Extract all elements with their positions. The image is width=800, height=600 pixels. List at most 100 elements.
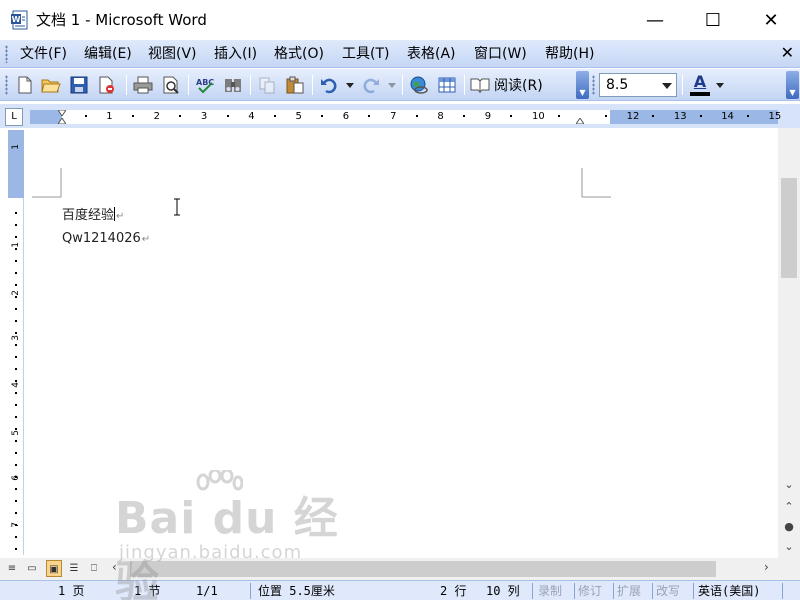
ruler-tick [510,115,513,117]
line-text: Qw1214026 [62,231,141,246]
toolbar-separator [464,75,465,95]
formatting-options-chevron[interactable]: ▼ [786,71,799,99]
margin-corner-top-right [581,168,611,198]
document-line[interactable]: Qw1214026↵ [62,231,150,246]
chevron-down-icon: ▼ [579,88,586,97]
vertical-ruler-tick [15,392,17,394]
normal-view-icon[interactable]: ≡ [4,560,20,577]
vertical-ruler-tick [15,452,17,454]
spelling-button[interactable]: ABC [194,74,216,96]
hanging-indent-marker[interactable] [58,118,66,124]
vertical-scrollbar[interactable]: ⌄ ⌃ ● ⌄ [778,128,800,558]
minimize-button[interactable]: — [626,0,684,40]
svg-text:ABC: ABC [196,78,214,87]
menu-edit[interactable]: 编辑(E) [82,44,134,64]
ruler-label: 7 [390,111,397,122]
spelling-check-icon: ABC [196,78,214,94]
font-color-dropdown-arrow[interactable] [716,83,724,88]
menu-view[interactable]: 视图(V) [146,44,199,64]
hyperlink-button[interactable] [408,74,430,96]
vertical-ruler-tick [15,320,17,322]
vertical-ruler-tick [15,404,17,406]
scroll-left-icon[interactable]: ‹ [112,560,117,574]
copy-button[interactable] [256,74,278,96]
outline-view-icon[interactable]: ☰ [66,560,82,577]
reading-layout-button[interactable]: 阅读(R) [470,74,543,96]
print-preview-button[interactable] [160,74,182,96]
print-layout-view-icon[interactable]: ▣ [46,560,62,577]
redo-icon [363,78,379,94]
menu-tools[interactable]: 工具(T) [340,44,391,64]
ruler-label: 12 [626,111,640,122]
redo-dropdown-arrow[interactable] [388,83,396,88]
undo-button[interactable] [318,74,340,96]
vertical-ruler[interactable]: 11234567 [8,130,24,555]
horizontal-ruler[interactable]: 1 2 3 4 5 6 7 8 9 10 12 13 14 15 [30,110,781,124]
menu-table[interactable]: 表格(A) [405,44,458,64]
font-color-button[interactable]: A [688,73,712,97]
menu-help[interactable]: 帮助(H) [543,44,596,64]
vertical-ruler-label: 4 [11,382,21,388]
status-bar: 1 页 1 节 1/1 位置 5.5厘米 2 行 10 列 录制 修订 扩展 改… [0,580,800,600]
menu-file[interactable]: 文件(F) [18,44,69,64]
redo-button[interactable] [360,74,382,96]
next-page-icon[interactable]: ⌄ [783,540,795,553]
word-app-icon[interactable]: W [10,10,30,30]
chevron-down-icon[interactable] [662,83,672,89]
print-button[interactable] [132,74,154,96]
insert-table-button[interactable] [436,74,458,96]
status-record[interactable]: 录制 [538,583,562,599]
first-line-indent-marker[interactable] [58,110,66,116]
status-language[interactable]: 英语(美国) [698,583,760,599]
toolbar-separator [250,75,251,95]
line-text: 百度经验 [62,208,115,223]
close-button[interactable]: ✕ [742,0,800,40]
font-size-combobox[interactable]: 8.5 [599,73,677,97]
scroll-down-icon[interactable]: ⌄ [783,478,795,491]
research-button[interactable] [222,74,244,96]
toolbar-options-chevron[interactable]: ▼ [576,71,589,99]
vertical-ruler-tick [15,380,17,382]
browse-object-icon[interactable]: ● [783,520,795,533]
scroll-right-icon[interactable]: › [764,560,769,574]
open-button[interactable] [40,74,62,96]
vertical-scroll-thumb[interactable] [781,178,797,278]
new-document-icon [18,76,32,94]
tab-selector[interactable]: L [5,108,23,126]
font-color-swatch [690,92,710,96]
reading-label: 阅读(R) [494,78,543,94]
ruler-label: 10 [532,111,545,122]
reading-view-icon[interactable]: ⎕ [86,560,102,577]
status-page: 1 页 [58,584,85,598]
menu-insert[interactable]: 插入(I) [212,44,259,64]
new-document-button[interactable] [14,74,36,96]
toolbar-grip[interactable] [5,75,8,95]
status-overtype[interactable]: 改写 [656,583,680,599]
status-extend[interactable]: 扩展 [617,583,641,599]
status-track-changes[interactable]: 修订 [578,583,602,599]
permission-button[interactable] [96,74,118,96]
vertical-ruler-tick [15,248,17,250]
font-color-icon: A [693,72,707,91]
menu-window[interactable]: 窗口(W) [472,44,529,64]
right-indent-marker[interactable] [576,118,584,124]
document-page[interactable]: 百度经验 ↵ Qw1214026↵ [28,128,778,558]
formatting-toolbar-grip[interactable] [592,75,595,95]
ruler-label: 2 [153,111,160,122]
hyperlink-globe-icon [410,76,428,94]
horizontal-scroll-thumb[interactable] [130,561,716,577]
save-button[interactable] [68,74,90,96]
menu-format[interactable]: 格式(O) [272,44,326,64]
maximize-button[interactable]: ☐ [684,0,742,40]
undo-dropdown-arrow[interactable] [346,83,354,88]
vertical-ruler-tick [15,476,17,478]
close-document-icon[interactable]: ✕ [781,43,794,62]
web-layout-view-icon[interactable]: ▭ [24,560,40,577]
paste-button[interactable] [284,74,306,96]
document-line[interactable]: 百度经验 ↵ [62,204,124,223]
previous-page-icon[interactable]: ⌃ [783,500,795,513]
chevron-down-icon: ▼ [789,88,796,97]
menubar-grip[interactable] [5,45,8,63]
ruler-label: 14 [721,111,734,122]
vertical-ruler-tick [15,260,17,262]
